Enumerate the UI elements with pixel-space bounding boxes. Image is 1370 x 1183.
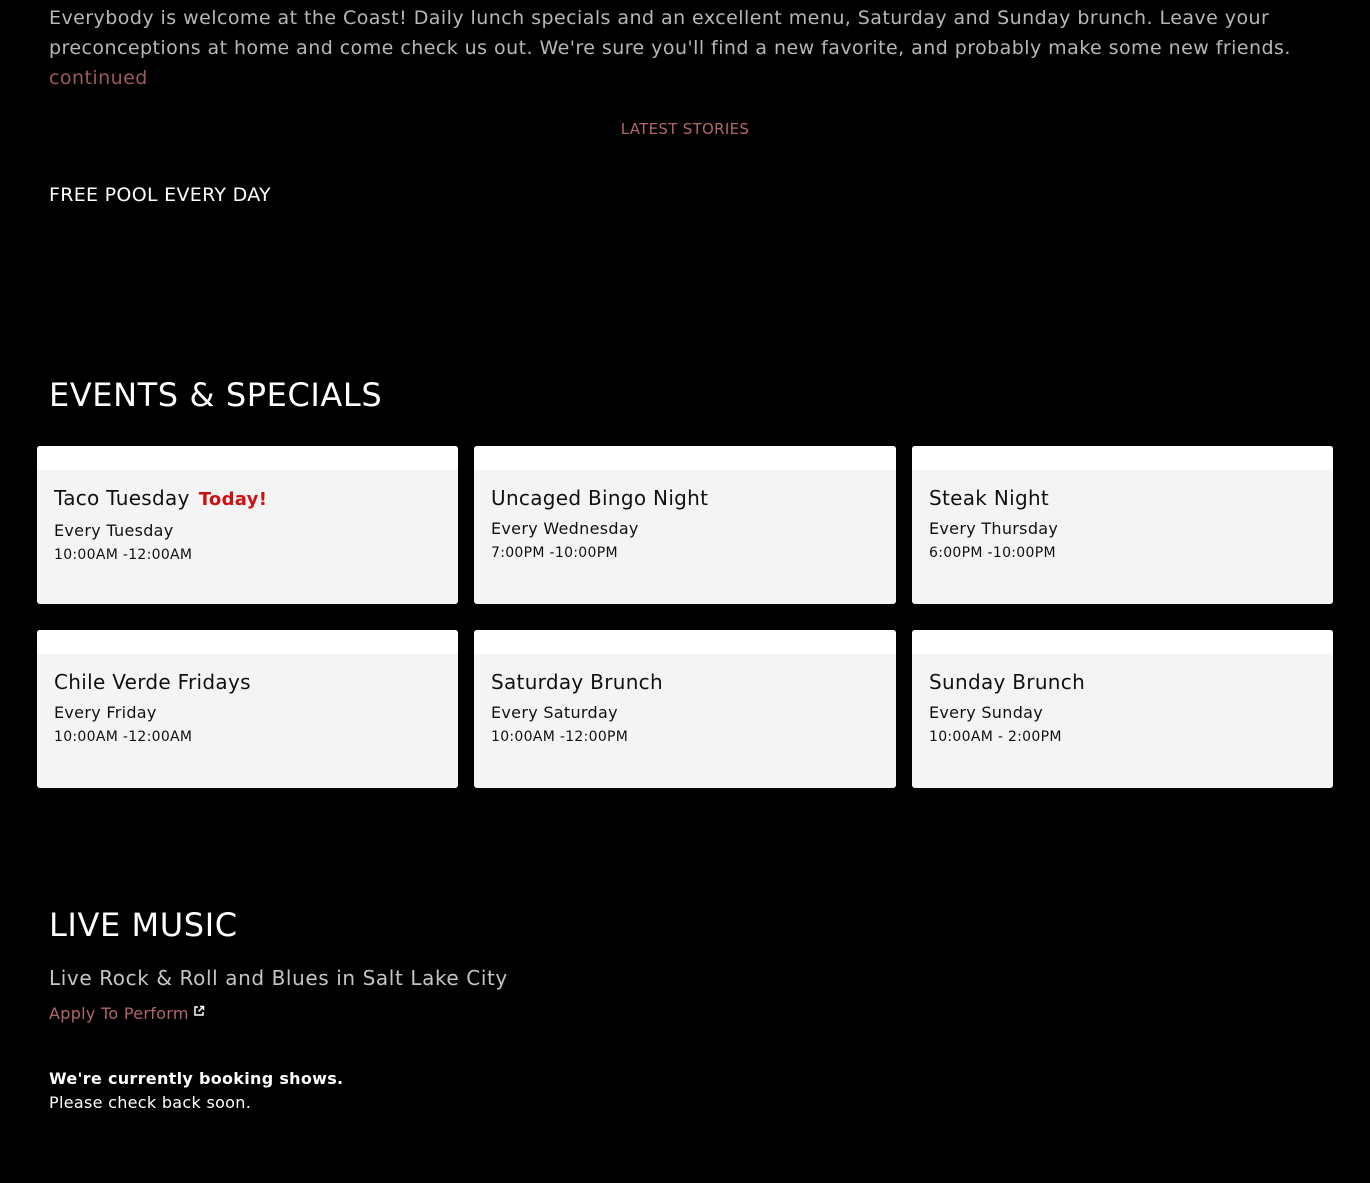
- event-title: Sunday Brunch: [929, 670, 1086, 694]
- live-music-subtitle: Live Rock & Roll and Blues in Salt Lake …: [49, 966, 508, 990]
- event-time: 6:00PM -10:00PM: [929, 545, 1056, 561]
- event-title: Chile Verde Fridays: [54, 670, 251, 694]
- event-day: Every Friday: [54, 703, 157, 722]
- event-time: 7:00PM -10:00PM: [491, 545, 618, 561]
- event-card-chile-verde-fridays[interactable]: Chile Verde Fridays Every Friday 10:00AM…: [37, 630, 458, 788]
- apply-to-perform-label: Apply To Perform: [49, 1004, 189, 1023]
- event-title: Steak Night: [929, 486, 1050, 510]
- card-header-strip: [474, 630, 896, 654]
- event-card-steak-night[interactable]: Steak Night Every Thursday 6:00PM -10:00…: [912, 446, 1333, 604]
- events-grid: Taco Tuesday Today! Every Tuesday 10:00AM…: [37, 446, 1333, 788]
- event-card-uncaged-bingo-night[interactable]: Uncaged Bingo Night Every Wednesday 7:00…: [474, 446, 896, 604]
- card-header-strip: [37, 630, 458, 654]
- card-header-strip: [912, 630, 1333, 654]
- card-header-strip: [37, 446, 458, 470]
- event-day: Every Saturday: [491, 703, 618, 722]
- event-day: Every Sunday: [929, 703, 1044, 722]
- events-heading: EVENTS & SPECIALS: [49, 376, 383, 414]
- booking-note: Please check back soon.: [49, 1093, 252, 1112]
- event-title: Saturday Brunch: [491, 670, 663, 694]
- external-link-icon: [194, 1005, 205, 1016]
- intro-text: Everybody is welcome at the Coast! Daily…: [49, 7, 1291, 59]
- latest-stories-link[interactable]: LATEST STORIES: [0, 120, 1370, 138]
- continued-link[interactable]: continued: [49, 67, 148, 89]
- event-card-taco-tuesday[interactable]: Taco Tuesday Today! Every Tuesday 10:00AM…: [37, 446, 458, 604]
- card-header-strip: [474, 446, 896, 470]
- event-time: 10:00AM -12:00AM: [54, 547, 193, 563]
- event-day: Every Tuesday: [54, 521, 174, 540]
- event-time: 10:00AM -12:00AM: [54, 729, 193, 745]
- today-badge: Today!: [198, 489, 268, 510]
- intro-paragraph: Everybody is welcome at the Coast! Daily…: [49, 3, 1329, 93]
- event-time: 10:00AM -12:00PM: [491, 729, 629, 745]
- event-day: Every Wednesday: [491, 519, 639, 538]
- event-card-saturday-brunch[interactable]: Saturday Brunch Every Saturday 10:00AM -…: [474, 630, 896, 788]
- apply-to-perform-link[interactable]: Apply To Perform: [49, 1004, 205, 1023]
- event-title: Taco Tuesday: [54, 486, 190, 510]
- story-title-free-pool[interactable]: FREE POOL EVERY DAY: [49, 184, 271, 206]
- event-time: 10:00AM - 2:00PM: [929, 729, 1062, 745]
- event-day: Every Thursday: [929, 519, 1059, 538]
- card-header-strip: [912, 446, 1333, 470]
- live-music-heading: LIVE MUSIC: [49, 906, 238, 944]
- event-card-sunday-brunch[interactable]: Sunday Brunch Every Sunday 10:00AM - 2:0…: [912, 630, 1333, 788]
- event-title: Uncaged Bingo Night: [491, 486, 709, 510]
- booking-status: We're currently booking shows.: [49, 1069, 344, 1088]
